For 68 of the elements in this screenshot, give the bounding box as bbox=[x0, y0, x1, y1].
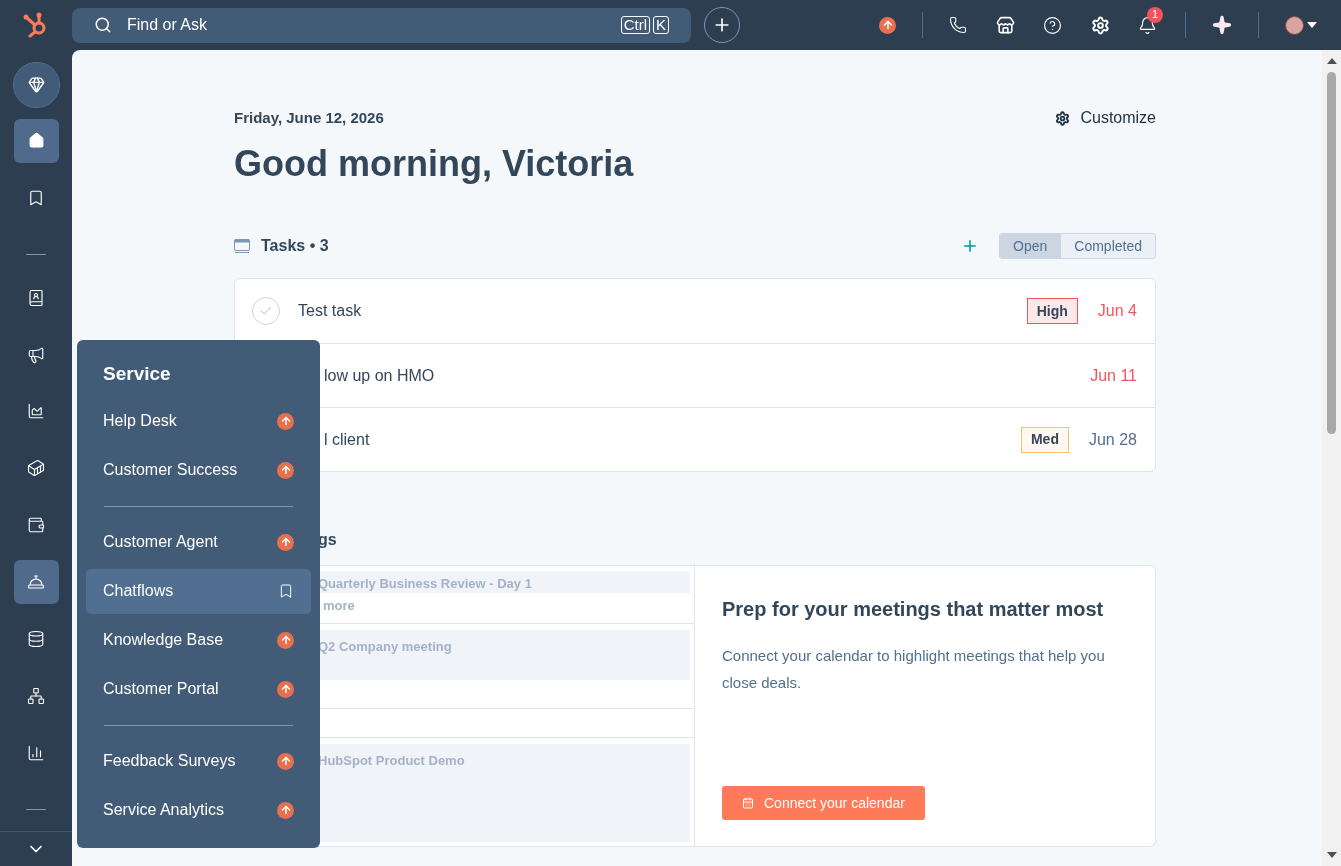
settings-icon[interactable] bbox=[1091, 15, 1110, 35]
customize-button[interactable]: Customize bbox=[1055, 106, 1156, 130]
bookmark-icon bbox=[27, 188, 45, 207]
nav-button[interactable] bbox=[13, 118, 59, 163]
menu-item[interactable]: Chatflows bbox=[86, 568, 311, 614]
caret-icon[interactable] bbox=[1307, 22, 1317, 28]
search-icon bbox=[94, 16, 112, 34]
menu-item[interactable]: Customer Success bbox=[86, 447, 311, 493]
priority-tag: Med bbox=[1020, 426, 1069, 453]
store-icon[interactable] bbox=[996, 15, 1015, 35]
database-icon bbox=[27, 630, 45, 649]
keyboard-key: Ctrl bbox=[620, 16, 650, 34]
due-date: Jun 4 bbox=[1097, 301, 1137, 321]
upgrade-icon bbox=[277, 412, 294, 430]
scrollbar[interactable] bbox=[1322, 50, 1341, 866]
phone-icon[interactable] bbox=[949, 16, 967, 34]
prompt-text: Connect your calendar to highlight meetings that help you close deals. bbox=[722, 646, 1106, 693]
tasks-heading: Tasks • 3 bbox=[261, 236, 329, 256]
filter-tab[interactable]: Completed bbox=[1060, 234, 1155, 258]
notification-badge: 1 bbox=[1147, 6, 1163, 23]
upgrade-icon bbox=[277, 752, 294, 770]
meeting-title: Quarterly Business Review - Day 1 bbox=[318, 576, 532, 591]
menu-item[interactable]: Help Desk bbox=[86, 398, 311, 444]
greeting-heading: Good morning, Victoria bbox=[234, 142, 635, 186]
scroll-down-icon[interactable] bbox=[1326, 852, 1337, 858]
search-field[interactable]: Find or Ask Ctrl K bbox=[72, 7, 691, 43]
tasks-icon bbox=[234, 239, 250, 253]
premium-button[interactable] bbox=[12, 62, 60, 108]
priority-tag: High bbox=[1026, 298, 1078, 324]
service-bell-icon bbox=[27, 573, 45, 592]
meeting-title: HubSpot Product Demo bbox=[318, 752, 465, 768]
check-icon bbox=[259, 304, 273, 318]
upgrade-icon bbox=[277, 631, 294, 649]
bar-chart-icon bbox=[27, 743, 45, 762]
megaphone-icon bbox=[27, 345, 45, 364]
scroll-up-icon[interactable] bbox=[1326, 58, 1337, 64]
due-date: Jun 11 bbox=[1090, 365, 1137, 386]
bookmark-icon[interactable] bbox=[278, 583, 294, 599]
upgrade-icon bbox=[277, 801, 294, 819]
upgrade-icon bbox=[879, 16, 896, 34]
task-title[interactable]: l client bbox=[324, 427, 370, 452]
nav-button[interactable] bbox=[13, 560, 59, 605]
scroll-thumb[interactable] bbox=[1327, 72, 1336, 434]
gear-icon bbox=[1055, 110, 1071, 126]
task-title[interactable]: low up on HMO bbox=[324, 363, 435, 388]
avatar[interactable] bbox=[1285, 15, 1304, 35]
filter-tab[interactable]: Open bbox=[1000, 234, 1061, 258]
calendar-icon bbox=[742, 797, 754, 809]
upgrade-icon bbox=[277, 680, 294, 698]
task-title[interactable]: Test task bbox=[298, 299, 362, 323]
help-icon[interactable] bbox=[1043, 15, 1062, 35]
date-label: Friday, June 12, 2026 bbox=[234, 107, 384, 128]
gem-icon bbox=[27, 76, 45, 94]
due-date: Jun 28 bbox=[1088, 429, 1137, 450]
hierarchy-icon bbox=[27, 687, 45, 705]
upgrade-icon bbox=[277, 461, 294, 479]
home-icon bbox=[27, 132, 45, 150]
keyboard-key: K bbox=[653, 16, 669, 34]
search-input[interactable]: Find or Ask bbox=[127, 13, 621, 37]
menu-item[interactable]: Customer Agent bbox=[86, 519, 311, 565]
menu-title: Service bbox=[103, 362, 172, 386]
upgrade-icon bbox=[277, 533, 294, 551]
prompt-heading: Prep for your meetings that matter most bbox=[722, 597, 1105, 622]
report-icon bbox=[27, 402, 45, 421]
sparkle-icon[interactable] bbox=[1212, 15, 1232, 35]
store-counter-icon bbox=[27, 459, 45, 478]
wallet-icon bbox=[27, 516, 45, 535]
contacts-book-icon bbox=[27, 288, 45, 307]
